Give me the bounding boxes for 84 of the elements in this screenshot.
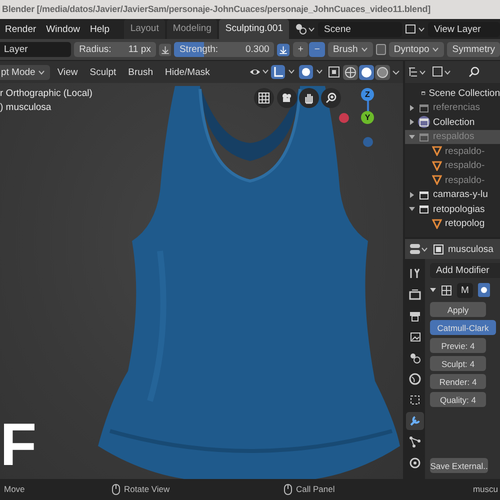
brush-dropdown[interactable]: Brush: [328, 42, 373, 57]
scene-field[interactable]: Scene: [318, 22, 402, 36]
key-overlay: F: [0, 415, 37, 475]
outliner-row[interactable]: Scene Collection: [405, 86, 500, 100]
menu-item[interactable]: Sculpt: [84, 66, 122, 78]
outliner-row[interactable]: camaras-y-lu: [405, 188, 500, 202]
workspace-tab[interactable]: Layout: [124, 19, 165, 39]
status-object-name: muscu: [472, 484, 498, 494]
menu-item[interactable]: Hide/Mask: [160, 66, 215, 78]
transform-gizmo-icon[interactable]: [271, 65, 297, 79]
workspace-tab[interactable]: Sculpting.001: [219, 19, 289, 39]
overlay-icon[interactable]: [299, 65, 325, 79]
status-hint: Move: [4, 484, 25, 494]
grid-view-icon[interactable]: [254, 88, 274, 108]
add-modifier-dropdown[interactable]: Add Modifier: [430, 263, 500, 278]
expand-arrow-icon[interactable]: [409, 119, 415, 126]
menu-item[interactable]: View: [52, 66, 83, 78]
xray-icon[interactable]: [327, 65, 341, 79]
caret-icon: [38, 70, 46, 74]
mouse-icon: [284, 484, 292, 494]
modifier-type-icon: [441, 284, 452, 296]
display-mode-icon[interactable]: [408, 66, 428, 78]
symmetry-dropdown[interactable]: Symmetry: [447, 42, 500, 57]
caret-icon: [432, 47, 440, 52]
search-icon[interactable]: [468, 66, 482, 78]
view-name-label: r Orthographic (Local): [0, 88, 92, 99]
window-title: Blender [/media/datos/Javier/JavierSam/personaje-JohnCuaces/personaje_JohnCuaces_video11.blend]: [0, 0, 500, 19]
radius-field[interactable]: Radius: 11 px: [74, 42, 156, 57]
mesh-icon: [432, 175, 442, 186]
zoom-icon[interactable]: [321, 88, 341, 108]
solid-shading-icon[interactable]: [359, 64, 374, 80]
expand-arrow-icon[interactable]: [409, 192, 415, 198]
z-axis-handle[interactable]: Z: [361, 88, 374, 101]
mesh-icon: [432, 218, 442, 229]
object-icon: [433, 244, 444, 254]
modifier-tab-icon[interactable]: [406, 412, 424, 430]
object-name-label: ) musculosa: [0, 102, 52, 113]
view-layer-icon[interactable]: [405, 23, 425, 35]
scene-icon[interactable]: [295, 23, 315, 35]
wireframe-shading-icon[interactable]: [343, 64, 358, 80]
menu-item[interactable]: Render: [0, 24, 42, 34]
apply-button[interactable]: Apply: [430, 302, 486, 317]
negative-z-handle[interactable]: [363, 137, 373, 147]
dyntopo-dropdown[interactable]: Dyntopo: [388, 42, 444, 57]
y-axis-handle[interactable]: Y: [361, 111, 374, 124]
view-layer-field[interactable]: View Layer: [428, 22, 500, 36]
status-hint: Rotate View: [124, 484, 170, 494]
workspace-tab[interactable]: Modeling: [166, 19, 218, 39]
collapse-arrow-icon[interactable]: [409, 206, 415, 212]
filter-icon[interactable]: [432, 66, 452, 78]
outliner-row[interactable]: retopologias: [405, 202, 500, 216]
level-field[interactable]: Quality: 4: [430, 392, 486, 407]
pressure-icon[interactable]: [158, 42, 172, 56]
caret-icon: [360, 47, 368, 52]
mesh-icon: [432, 160, 442, 171]
subtract-button[interactable]: −: [309, 42, 325, 57]
x-axis-handle[interactable]: [339, 113, 349, 123]
level-field[interactable]: Render: 4: [430, 374, 486, 389]
edit-mode-toggle[interactable]: M: [457, 282, 473, 298]
mesh-icon: [432, 146, 442, 156]
level-field[interactable]: Previe: 4: [430, 338, 486, 353]
mode-dropdown[interactable]: pt Mode: [0, 64, 50, 80]
material-shading-icon[interactable]: [375, 64, 390, 80]
caret-icon: [418, 26, 425, 32]
menu-item[interactable]: Help: [84, 24, 115, 34]
outliner-row[interactable]: Collection: [405, 115, 500, 130]
layer-field[interactable]: Layer: [0, 42, 72, 57]
menu-item[interactable]: Brush: [123, 66, 158, 78]
caret-icon: [308, 26, 315, 32]
save-external-button[interactable]: Save External..: [430, 458, 488, 473]
collapse-arrow-icon[interactable]: [430, 287, 436, 293]
catmull-clark-button[interactable]: Catmull-Clark: [430, 320, 496, 335]
level-field[interactable]: Sculpt: 4: [430, 356, 486, 371]
camera-toggle-icon[interactable]: [478, 283, 490, 297]
menu-item[interactable]: Window: [41, 24, 85, 34]
object-name: musculosa: [448, 244, 494, 254]
add-button[interactable]: +: [292, 42, 308, 57]
dyntopo-checkbox[interactable]: [376, 44, 386, 55]
editor-type-icon[interactable]: [409, 243, 429, 255]
mouse-icon: [112, 484, 120, 494]
pressure-icon[interactable]: [277, 42, 290, 56]
outliner-row[interactable]: retopolog: [405, 216, 500, 231]
status-hint: Call Panel: [296, 484, 335, 494]
camera-icon[interactable]: [277, 88, 297, 108]
